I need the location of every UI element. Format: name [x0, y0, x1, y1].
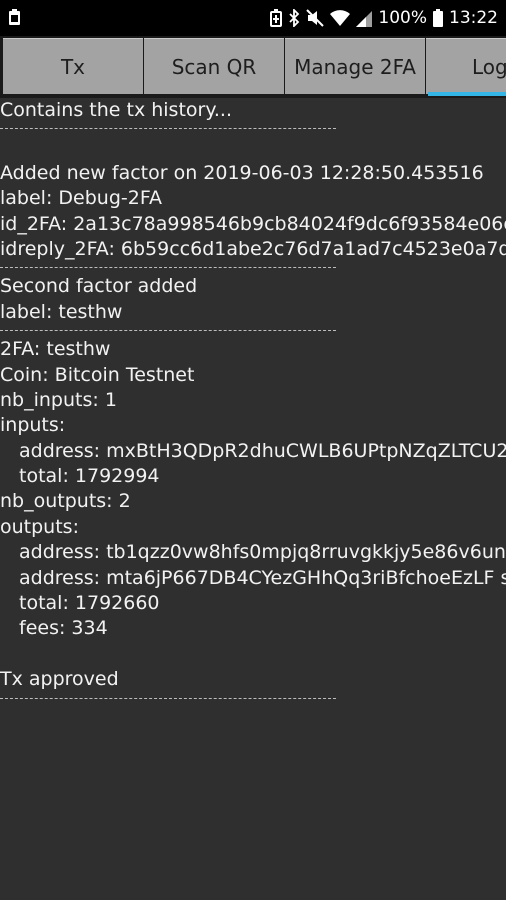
factor-label: label: Debug-2FA [0, 187, 163, 210]
clock: 13:22 [449, 8, 498, 28]
tx-approved: Tx approved [0, 668, 119, 691]
bluetooth-icon [289, 9, 300, 27]
selected-tab-indicator [428, 92, 506, 96]
separator [0, 262, 506, 274]
factor-added-title: Added new factor on 2019-06-03 12:28:50.… [0, 161, 484, 184]
app-notification-icon [9, 9, 20, 25]
tx-output-address-2: address: mta6jP667DB4CYezGHhQq3riBfchoeE… [19, 566, 506, 589]
log-view[interactable]: Contains the tx history... Added new fac… [0, 98, 506, 900]
tx-input-address: address: mxBtH3QDpR2dhuCWLB6UPtpNZqZLTCU… [19, 439, 506, 462]
tx-output-address-1: address: tb1qzz0vw8hfs0mpjq8rruvgkkjy5e8… [19, 541, 506, 564]
tab-log[interactable]: Log [426, 38, 506, 94]
status-bar: 100% 13:22 [0, 0, 506, 36]
log-header: Contains the tx history... [0, 99, 232, 121]
tab-tx[interactable]: Tx [3, 38, 143, 94]
tx-nb-inputs: nb_inputs: 1 [0, 388, 117, 411]
wifi-icon [330, 10, 351, 26]
battery-percentage: 100% [378, 8, 427, 28]
tx-fees: fees: 334 [19, 617, 108, 640]
tx-coin: Coin: Bitcoin Testnet [0, 363, 195, 386]
second-factor-title: Second factor added [0, 275, 198, 298]
separator [0, 123, 506, 135]
second-factor-label: label: testhw [0, 300, 123, 323]
factor-idreply: idreply_2FA: 6b59cc6d1abe2c76d7a1ad7c452… [0, 237, 506, 260]
factor-id: id_2FA: 2a13c78a998546b9cb84024f9dc6f935… [0, 212, 506, 235]
tx-nb-outputs: nb_outputs: 2 [0, 490, 131, 513]
separator [0, 325, 506, 337]
tab-scan-qr[interactable]: Scan QR [144, 38, 284, 94]
tab-bar: Tx Scan QR Manage 2FA Log [0, 36, 506, 98]
signal-icon [356, 11, 373, 27]
mute-icon [306, 9, 325, 27]
separator [0, 693, 506, 705]
tx-output-total: total: 1792660 [19, 592, 160, 615]
tx-inputs-label: inputs: [0, 414, 66, 437]
tx-2fa: 2FA: testhw [0, 338, 111, 361]
tab-manage-2fa[interactable]: Manage 2FA [285, 38, 425, 94]
battery-icon [433, 9, 443, 27]
battery-saver-icon [270, 9, 283, 27]
tx-outputs-label: outputs: [0, 515, 79, 538]
tx-input-total: total: 1792994 [19, 465, 160, 488]
